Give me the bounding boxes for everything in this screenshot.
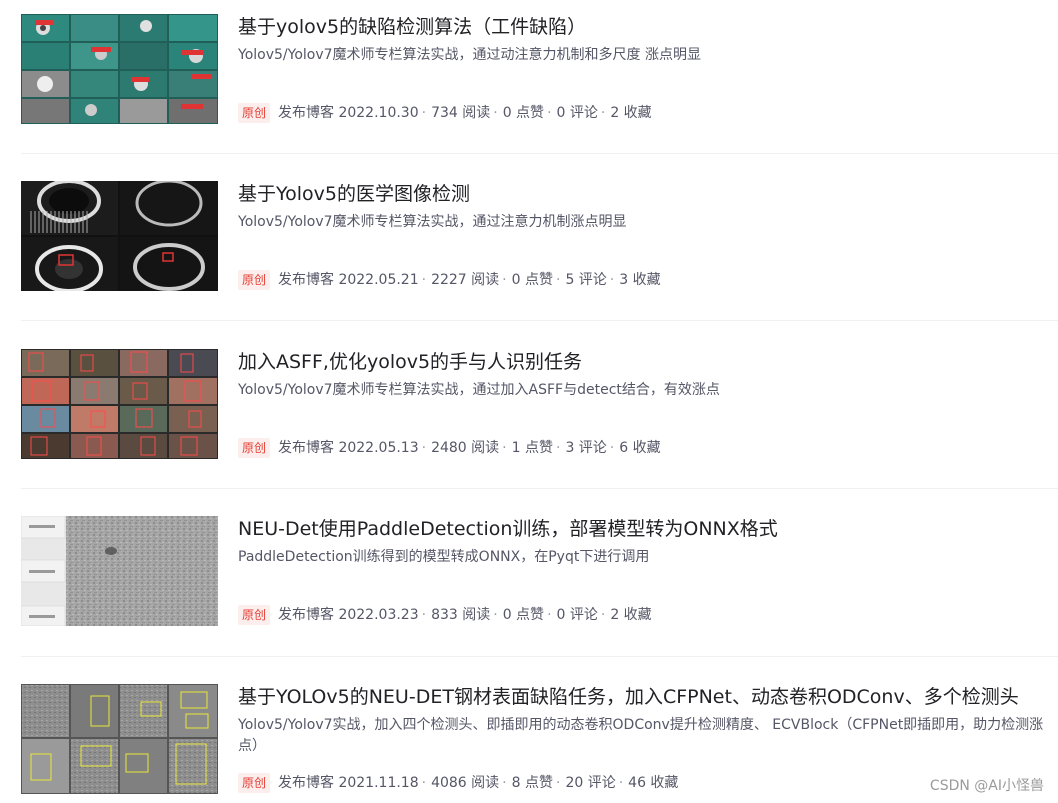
like-count: 0 点赞: [502, 105, 545, 121]
publish-date: 发布博客 2021.11.18: [278, 775, 419, 791]
article-meta: 原创 发布博客 2022.05.21 · 2227 阅读 · 0 点赞 · 5 评论 · 3 收藏: [238, 269, 661, 291]
meta-separator: ·: [609, 440, 615, 456]
divider: [21, 153, 1058, 154]
article-description: Yolov5/Yolov7魔术师专栏算法实战，通过加入ASFF与detect结合…: [238, 382, 720, 398]
original-badge: 原创: [238, 270, 271, 290]
meta-separator: ·: [609, 272, 615, 288]
article-title[interactable]: NEU-Det使用PaddleDetection训练，部署模型转为ONNX格式: [238, 516, 1053, 542]
meta-separator: ·: [421, 272, 427, 288]
original-badge: 原创: [238, 605, 271, 625]
article-meta: 原创 发布博客 2022.10.30 · 734 阅读 · 0 点赞 · 0 评论 · 2 收藏: [238, 102, 652, 124]
article-description: Yolov5/Yolov7魔术师专栏算法实战，通过动注意力机制和多尺度 涨点明显: [238, 47, 701, 63]
favorite-count: 2 收藏: [610, 607, 652, 623]
meta-separator: ·: [555, 775, 561, 791]
meta-separator: ·: [618, 775, 624, 791]
article-item[interactable]: 加入ASFF,优化yolov5的手与人识别任务 Yolov5/Yolov7魔术师…: [21, 349, 1058, 461]
article-thumbnail[interactable]: [21, 14, 218, 124]
thumbnail-image: [21, 516, 218, 626]
divider: [21, 488, 1058, 489]
article-meta: 原创 发布博客 2022.05.13 · 2480 阅读 · 1 点赞 · 3 评论 · 6 收藏: [238, 437, 661, 459]
read-count: 2480 阅读: [431, 440, 500, 456]
meta-separator: ·: [547, 105, 552, 121]
article-item[interactable]: 基于YOLOv5的NEU-DET钢材表面缺陷任务，加入CFPNet、动态卷积OD…: [21, 684, 1058, 796]
comment-count: 0 评论: [556, 607, 598, 623]
favorite-count: 2 收藏: [610, 105, 652, 121]
article-thumbnail[interactable]: [21, 349, 218, 459]
original-badge: 原创: [238, 773, 271, 793]
article-description: Yolov5/Yolov7实战，加入四个检测头、即插即用的动态卷积ODConv提…: [238, 717, 1044, 754]
publish-date: 发布博客 2022.05.21: [278, 272, 419, 288]
meta-separator: ·: [555, 272, 561, 288]
article-item[interactable]: 基于Yolov5的医学图像检测 Yolov5/Yolov7魔术师专栏算法实战，通…: [21, 181, 1058, 293]
comment-count: 20 评论: [565, 775, 616, 791]
meta-separator: ·: [421, 607, 427, 623]
article-title[interactable]: 基于YOLOv5的NEU-DET钢材表面缺陷任务，加入CFPNet、动态卷积OD…: [238, 684, 1053, 710]
like-count: 1 点赞: [511, 440, 553, 456]
article-title[interactable]: 基于Yolov5的医学图像检测: [238, 181, 1053, 207]
csdn-watermark: CSDN @AI小怪兽: [929, 778, 1044, 794]
divider: [21, 320, 1058, 321]
article-thumbnail[interactable]: [21, 684, 218, 794]
read-count: 734 阅读: [431, 105, 491, 121]
meta-separator: ·: [600, 105, 606, 121]
like-count: 8 点赞: [511, 775, 553, 791]
meta-separator: ·: [421, 105, 427, 121]
meta-separator: ·: [502, 775, 507, 791]
like-count: 0 点赞: [502, 607, 545, 623]
article-title[interactable]: 加入ASFF,优化yolov5的手与人识别任务: [238, 349, 1053, 375]
meta-separator: ·: [600, 607, 606, 623]
article-item[interactable]: 基于yolov5的缺陷检测算法（工件缺陷） Yolov5/Yolov7魔术师专栏…: [21, 14, 1058, 126]
thumbnail-image: [21, 684, 218, 794]
article-description: PaddleDetection训练得到的模型转成ONNX，在Pyqt下进行调用: [238, 549, 650, 565]
read-count: 2227 阅读: [431, 272, 500, 288]
article-thumbnail[interactable]: [21, 181, 218, 291]
comment-count: 3 评论: [565, 440, 607, 456]
meta-separator: ·: [555, 440, 561, 456]
meta-separator: ·: [421, 775, 427, 791]
like-count: 0 点赞: [511, 272, 553, 288]
article-meta: 原创 发布博客 2021.11.18 · 4086 阅读 · 8 点赞 · 20 评论 · 46 …: [238, 772, 678, 794]
original-badge: 原创: [238, 103, 271, 123]
publish-date: 发布博客 2022.03.23: [278, 607, 419, 623]
publish-date: 发布博客 2022.05.13: [278, 440, 419, 456]
original-badge: 原创: [238, 438, 271, 458]
article-title[interactable]: 基于yolov5的缺陷检测算法（工件缺陷）: [238, 14, 1053, 40]
comment-count: 5 评论: [565, 272, 607, 288]
favorite-count: 3 收藏: [619, 272, 661, 288]
divider: [21, 656, 1058, 657]
favorite-count: 46 收藏: [628, 775, 679, 791]
meta-separator: ·: [502, 272, 507, 288]
meta-separator: ·: [547, 607, 552, 623]
meta-separator: ·: [493, 105, 498, 121]
meta-separator: ·: [493, 607, 498, 623]
comment-count: 0 评论: [556, 105, 598, 121]
read-count: 4086 阅读: [431, 775, 500, 791]
thumbnail-image: [21, 181, 218, 291]
article-thumbnail[interactable]: [21, 516, 218, 626]
article-description: Yolov5/Yolov7魔术师专栏算法实战，通过注意力机制涨点明显: [238, 214, 627, 230]
meta-separator: ·: [502, 440, 507, 456]
publish-date: 发布博客 2022.10.30: [278, 105, 419, 121]
article-item[interactable]: NEU-Det使用PaddleDetection训练，部署模型转为ONNX格式 …: [21, 516, 1058, 628]
meta-separator: ·: [421, 440, 427, 456]
thumbnail-image: [21, 349, 218, 459]
favorite-count: 6 收藏: [619, 440, 661, 456]
article-meta: 原创 发布博客 2022.03.23 · 833 阅读 · 0 点赞 · 0 评论 · 2 收藏: [238, 604, 652, 626]
read-count: 833 阅读: [431, 607, 491, 623]
thumbnail-image: [21, 14, 218, 124]
